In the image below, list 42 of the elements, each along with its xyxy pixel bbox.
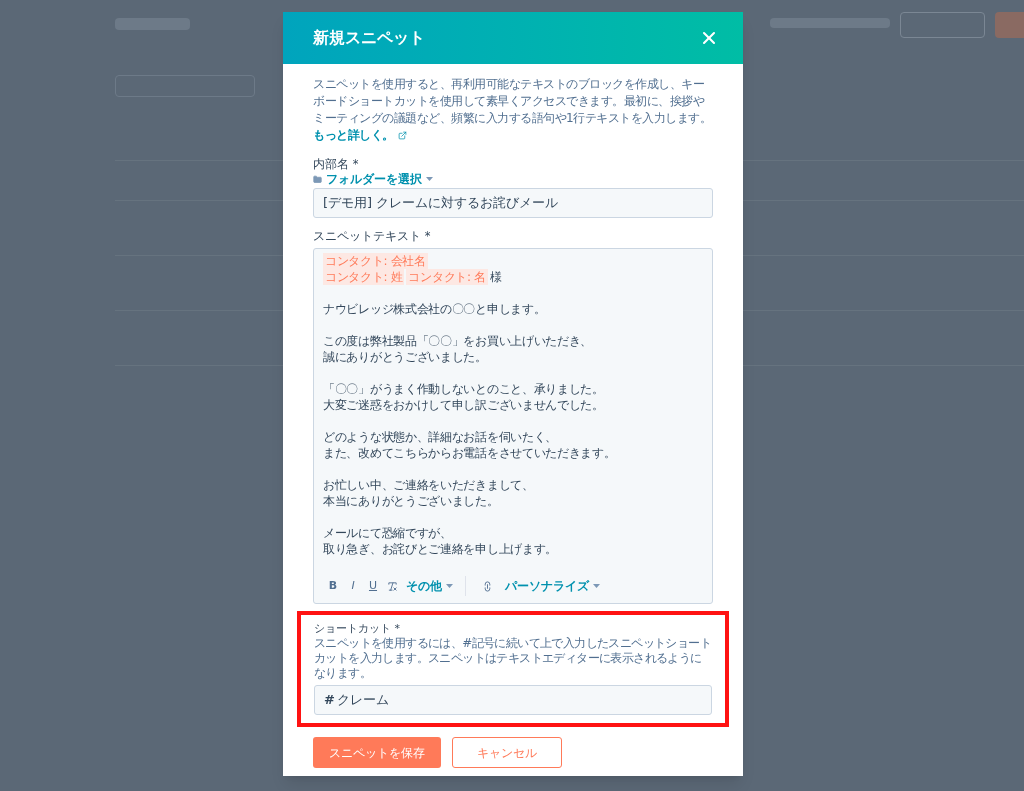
editor-text-line: メールにて恐縮ですが、 — [323, 525, 452, 541]
internal-name-label: 内部名 * — [313, 156, 360, 172]
editor-text-line: 様 — [489, 269, 502, 285]
caret-icon — [426, 177, 433, 181]
italic-button[interactable]: I — [343, 577, 363, 595]
folder-icon — [313, 174, 322, 184]
editor-text-line: ナウビレッジ株式会社の〇〇と申します。 — [323, 301, 546, 317]
editor-text-line: 大変ご迷惑をおかけして申し訳ございませんでした。 — [323, 397, 604, 413]
learn-more-link[interactable]: もっと詳しく。 — [313, 128, 394, 142]
personalization-token[interactable]: コンタクト: 名 — [406, 269, 488, 285]
editor-text-line: どのような状態か、詳細なお話を伺いたく、 — [323, 429, 557, 445]
snippet-text-editor[interactable] — [313, 248, 713, 604]
editor-text-line: 本当にありがとうございました。 — [323, 493, 499, 509]
editor-text-line: 取り急ぎ、お詫びとご連絡を申し上げます。 — [323, 541, 557, 557]
editor-text-line: また、改めてこちらからお電話をさせていただきます。 — [323, 445, 616, 461]
editor-text-line: 誠にありがとうございました。 — [323, 349, 487, 365]
personalization-token[interactable]: コンタクト: 姓 — [323, 269, 405, 285]
dialog-title: 新規スニペット — [313, 27, 425, 49]
hash-prefix: # — [324, 691, 335, 710]
folder-picker[interactable]: フォルダーを選択 — [313, 172, 433, 186]
save-snippet-button[interactable]: スニペットを保存 — [313, 737, 441, 768]
underline-button[interactable]: U — [363, 577, 383, 595]
caret-icon — [593, 584, 600, 588]
intro-paragraph: スニペットを使用すると、再利用可能なテキストのブロックを作成し、キーボードショートカットを使用して素早くアクセスできます。最初に、挨拶やミーティングの議題など、頻繁に入力する語句や1行テキストを入力します。 もっと詳しく。 — [313, 76, 713, 144]
link-icon[interactable] — [482, 580, 493, 592]
internal-name-input[interactable]: [デモ用] クレームに対するお詫びメール — [313, 188, 713, 218]
shortcut-input[interactable]: #クレーム — [314, 685, 712, 715]
shortcut-label: ショートカット * — [314, 622, 401, 636]
editor-text-line: 「〇〇」がうまく作動しないとのこと、承りました。 — [323, 381, 604, 397]
bold-button[interactable]: B — [323, 577, 343, 595]
editor-text-line: お忙しい中、ご連絡をいただきまして、 — [323, 477, 534, 493]
cancel-button[interactable]: キャンセル — [452, 737, 562, 768]
shortcut-help-text: スニペットを使用するには、#記号に続いて上で入力したスニペットショートカットを入力します。スニペットはテキストエディターに表示されるようになります。 — [314, 636, 712, 681]
personalization-token[interactable]: コンタクト: 会社名 — [323, 253, 428, 269]
caret-icon — [446, 584, 453, 588]
clear-format-icon[interactable] — [387, 580, 398, 592]
dropdown-menu[interactable]: その他 — [406, 577, 453, 595]
snippet-text-label: スニペットテキスト * — [313, 228, 432, 244]
shortcut-value: クレーム — [336, 691, 389, 710]
external-link-icon — [397, 131, 407, 140]
dropdown-menu[interactable]: パーソナライズ — [505, 577, 600, 595]
editor-text-line: この度は弊社製品「〇〇」をお買い上げいただき、 — [323, 333, 593, 349]
